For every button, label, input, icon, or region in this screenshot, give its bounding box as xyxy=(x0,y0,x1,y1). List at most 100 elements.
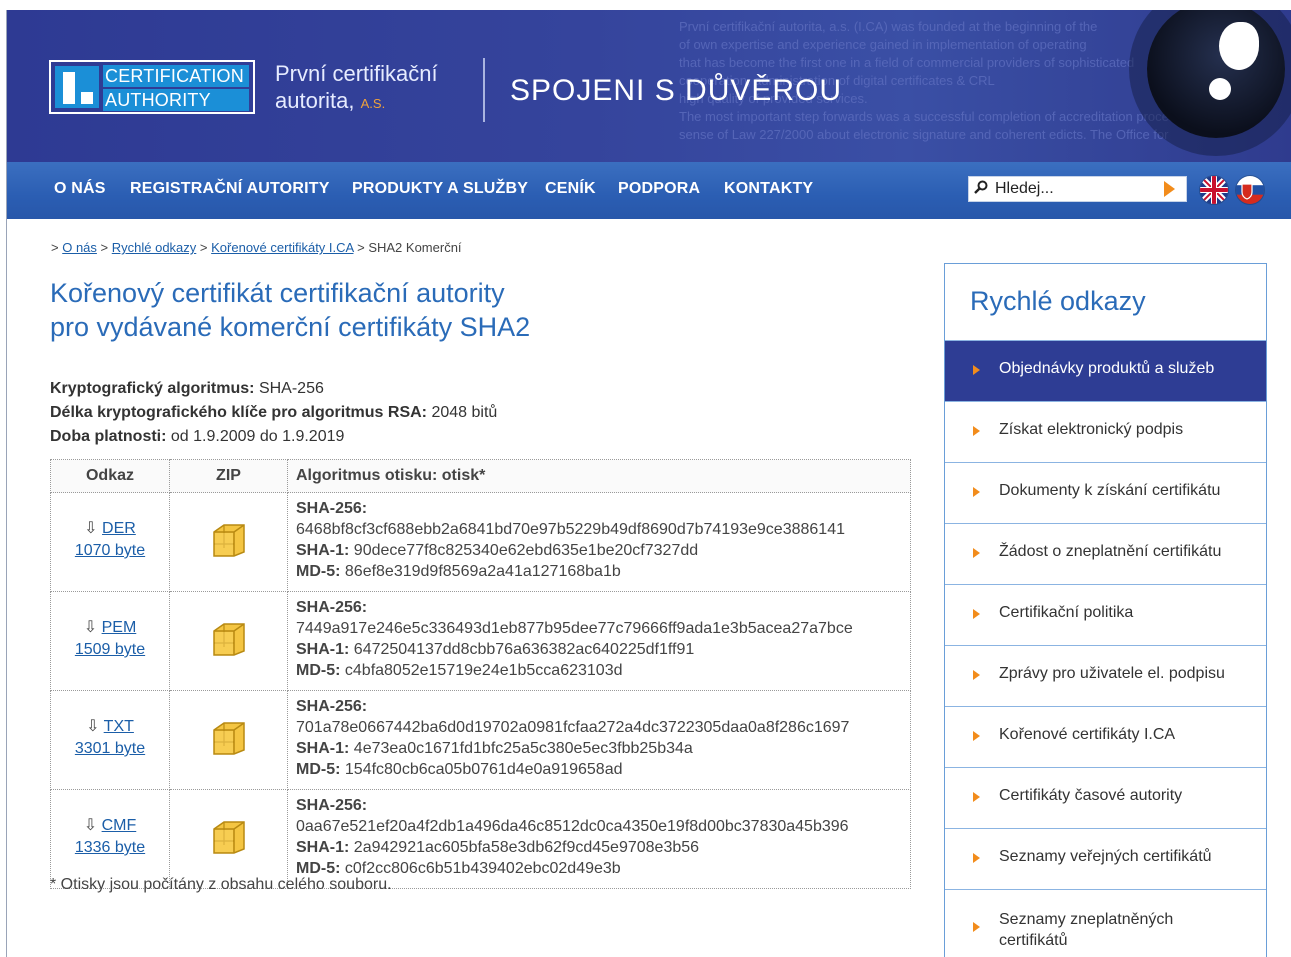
download-link[interactable]: PEM xyxy=(102,619,137,636)
download-arrow-icon: ⇩ xyxy=(83,817,98,834)
zip-cell xyxy=(169,690,288,790)
download-link[interactable]: DER xyxy=(102,520,136,537)
company-name-line2: autorita, xyxy=(275,88,355,113)
md5-value: 86ef8e319d9f8569a2a41a127168ba1b xyxy=(344,563,621,580)
validity-label: Doba platnosti: xyxy=(50,428,167,445)
sidebar-item[interactable]: Certifikační politika xyxy=(945,584,1266,645)
breadcrumb: > O nás > Rychlé odkazy > Kořenové certi… xyxy=(51,240,462,255)
logo-line-2: AUTHORITY xyxy=(103,89,249,111)
quick-links-sidebar: Rychlé odkazy Objednávky produktů a služ… xyxy=(944,263,1267,957)
md5-label: MD-5: xyxy=(296,860,341,877)
sha1-label: SHA-1: xyxy=(296,740,350,757)
sidebar-item[interactable]: Certifikáty časové autority xyxy=(945,767,1266,828)
sidebar-item[interactable]: Žádost o zneplatnění certifikátu xyxy=(945,523,1266,584)
nav-item-cenik[interactable]: CENÍK xyxy=(545,180,596,198)
sidebar-item[interactable]: Kořenové certifikáty I.CA xyxy=(945,706,1266,767)
file-size-link[interactable]: 3301 byte xyxy=(75,740,145,757)
nav-item-registracni-autority[interactable]: REGISTRAČNÍ AUTORITY xyxy=(130,180,330,198)
download-cell: ⇩ CMF 1336 byte xyxy=(50,789,170,889)
sidebar-list: Objednávky produktů a služeb Získat elekt… xyxy=(945,340,1266,957)
table-row: ⇩ TXT 3301 byte SHA-256: 701a78e0667442ba6d… xyxy=(50,690,911,790)
file-size-link[interactable]: 1070 byte xyxy=(75,542,145,559)
hash-cell: SHA-256: 0aa67e521ef20a4f2db1a496da46c851… xyxy=(287,789,911,889)
md5-value: 154fc80cb6ca05b0761d4e0a919658ad xyxy=(344,761,623,778)
footnote: * Otisky jsou počítány z obsahu celého s… xyxy=(50,876,392,893)
site-header: První certifikační autorita, a.s. (I.CA)… xyxy=(7,10,1291,162)
table-row: ⇩ PEM 1509 byte SHA-256: 7449a917e246e5c336… xyxy=(50,591,911,691)
bullet-arrow-icon xyxy=(973,670,980,680)
download-arrow-icon: ⇩ xyxy=(84,520,98,537)
sidebar-item[interactable]: Seznamy veřejných certifikátů xyxy=(945,828,1266,889)
keylength-value: 2048 bitů xyxy=(431,404,498,421)
zip-cell xyxy=(169,492,288,592)
download-link[interactable]: CMF xyxy=(102,817,137,834)
search-submit-arrow-icon[interactable] xyxy=(1164,181,1175,197)
bullet-arrow-icon xyxy=(973,922,980,932)
file-size-link[interactable]: 1336 byte xyxy=(75,839,145,856)
company-suffix: A.S. xyxy=(360,96,386,111)
sidebar-item[interactable]: Získat elektronický podpis xyxy=(945,401,1266,462)
sha256-value: 6468bf8cf3cf688ebb2a6841bd70e97b5229b49d… xyxy=(296,521,845,538)
certificate-table: Odkaz ZIP Algoritmus otisku: otisk* ⇩ DE… xyxy=(50,459,911,889)
sha256-label: SHA-256: xyxy=(296,500,368,517)
sidebar-item-label: Objednávky produktů a služeb xyxy=(999,360,1215,377)
sha1-value: 4e73ea0c1671fd1bfc25a5c380e5ec3fbb25b34a xyxy=(353,740,693,757)
column-header-algoritmus: Algoritmus otisku: otisk* xyxy=(287,459,911,493)
sidebar-item-label: Certifikáty časové autority xyxy=(999,787,1183,804)
bullet-arrow-icon xyxy=(973,365,980,375)
zip-archive-icon[interactable] xyxy=(210,720,248,756)
hash-cell: SHA-256: 6468bf8cf3cf688ebb2a6841bd70e97b… xyxy=(287,492,911,592)
sidebar-item-label: Získat elektronický podpis xyxy=(999,421,1184,438)
search-icon xyxy=(974,180,988,194)
sha256-label: SHA-256: xyxy=(296,797,368,814)
sidebar-item[interactable]: Objednávky produktů a služeb xyxy=(945,340,1266,401)
sha256-value: 7449a917e246e5c336493d1eb877b95dee77c796… xyxy=(296,620,853,637)
search-input[interactable] xyxy=(995,179,1155,199)
sha256-label: SHA-256: xyxy=(296,599,368,616)
breadcrumb-link-rychle-odkazy[interactable]: Rychlé odkazy xyxy=(112,240,197,255)
sidebar-item-label: Zprávy pro uživatele el. podpisu xyxy=(999,665,1225,682)
page-title-line1: Kořenový certifikát certifikační autorit… xyxy=(50,278,505,308)
sha256-value: 0aa67e521ef20a4f2db1a496da46c8512dc0ca43… xyxy=(296,818,849,835)
logo-i-icon xyxy=(55,66,99,108)
column-header-odkaz: Odkaz xyxy=(50,459,170,493)
nav-item-produkty-a-sluzby[interactable]: PRODUKTY A SLUŽBY xyxy=(352,180,528,198)
sidebar-item-label: Kořenové certifikáty I.CA xyxy=(999,726,1176,743)
bullet-arrow-icon xyxy=(973,792,980,802)
sha1-value: 2a942921ac605bfa58e3db62f9cd45e9708e3b56 xyxy=(353,839,700,856)
nav-item-kontakty[interactable]: KONTAKTY xyxy=(724,180,813,198)
zip-archive-icon[interactable] xyxy=(210,819,248,855)
search-box xyxy=(968,176,1187,202)
sidebar-item[interactable]: Dokumenty k získání certifikátu xyxy=(945,462,1266,523)
validity-value: od 1.9.2009 do 1.9.2019 xyxy=(170,428,345,445)
bullet-arrow-icon xyxy=(973,548,980,558)
download-cell: ⇩ PEM 1509 byte xyxy=(50,591,170,691)
nav-item-o-nas[interactable]: O NÁS xyxy=(54,180,106,198)
zip-archive-icon[interactable] xyxy=(210,621,248,657)
sidebar-title: Rychlé odkazy xyxy=(970,286,1146,316)
zip-archive-icon[interactable] xyxy=(210,522,248,558)
table-header-row: Odkaz ZIP Algoritmus otisku: otisk* xyxy=(50,459,911,493)
md5-label: MD-5: xyxy=(296,761,341,778)
sha1-label: SHA-1: xyxy=(296,641,350,658)
bullet-arrow-icon xyxy=(973,853,980,863)
bullet-arrow-icon xyxy=(973,487,980,497)
certificate-properties: Kryptografický algoritmus: SHA-256 Délka… xyxy=(50,377,497,449)
hash-cell: SHA-256: 7449a917e246e5c336493d1eb877b95d… xyxy=(287,591,911,691)
nav-item-podpora[interactable]: PODPORA xyxy=(618,180,700,198)
bullet-arrow-icon xyxy=(973,426,980,436)
ica-logo[interactable]: CERTIFICATION AUTHORITY xyxy=(49,60,255,114)
file-size-link[interactable]: 1509 byte xyxy=(75,641,145,658)
sidebar-item[interactable]: Seznamy zneplatněných certifikátů xyxy=(945,889,1266,957)
breadcrumb-link-o-nas[interactable]: O nás xyxy=(62,240,97,255)
sha1-value: 90dece77f8c825340e62ebd635e1be20cf7327dd xyxy=(353,542,699,559)
md5-value: c4bfa8052e15719e24e1b5cca623103d xyxy=(344,662,623,679)
keylength-label: Délka kryptografického klíče pro algorit… xyxy=(50,404,427,421)
table-row: ⇩ CMF 1336 byte SHA-256: 0aa67e521ef20a4f2d… xyxy=(50,789,911,889)
sidebar-item[interactable]: Zprávy pro uživatele el. podpisu xyxy=(945,645,1266,706)
download-link[interactable]: TXT xyxy=(104,718,134,735)
flag-uk-icon[interactable] xyxy=(1200,176,1228,204)
flag-sk-icon[interactable] xyxy=(1236,176,1264,204)
breadcrumb-link-korenove-certifikaty[interactable]: Kořenové certifikáty I.CA xyxy=(211,240,353,255)
header-divider xyxy=(483,58,485,122)
